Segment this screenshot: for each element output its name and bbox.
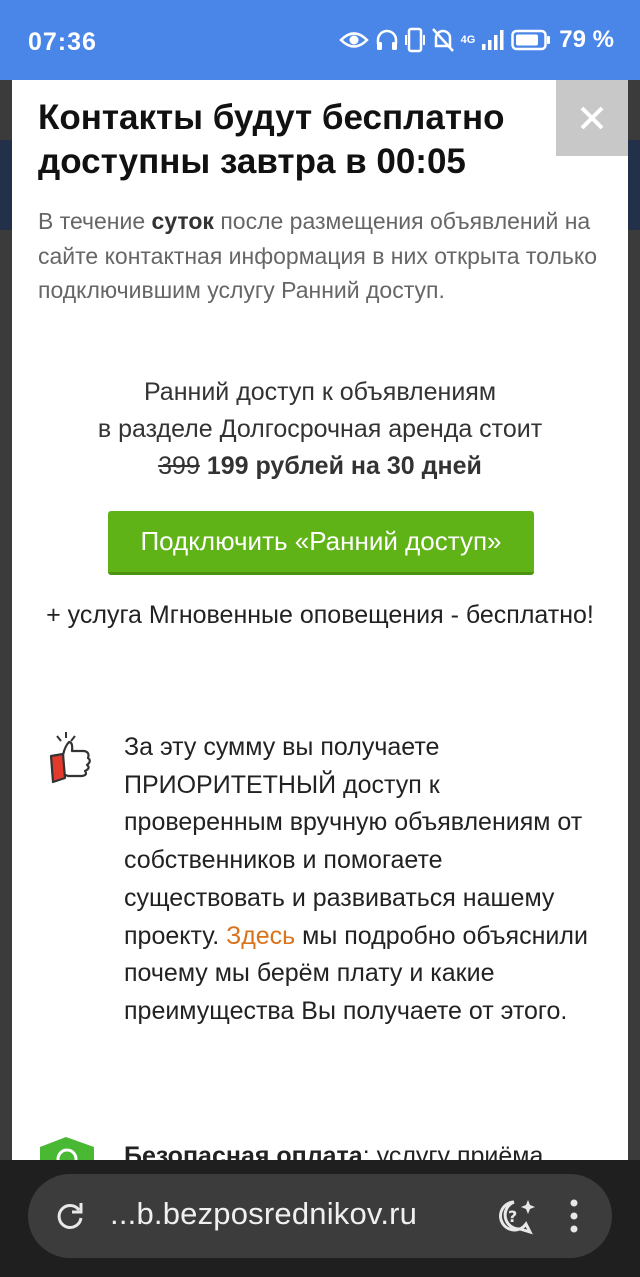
svg-text:?: ?	[508, 1207, 517, 1226]
mute-bell-icon	[431, 28, 454, 52]
price-line-1: Ранний доступ к объявлениям	[143, 378, 497, 406]
old-price: 399	[158, 452, 200, 480]
benefits-description: За эту сумму вы получаете ПРИОРИТЕТНЫЙ д…	[124, 729, 594, 1031]
secure-rest: : услугу приёма	[362, 1142, 544, 1160]
bonus-text: + услуга Мгновенные оповещения - бесплат…	[46, 601, 594, 629]
clock: 07:36	[28, 28, 97, 56]
battery-percent: 79 %	[559, 26, 614, 53]
secure-bold: Безопасная оплата	[124, 1142, 363, 1160]
vibrate-icon	[404, 27, 425, 53]
close-icon	[580, 106, 604, 130]
modal-title-plain: Контакты будут	[38, 98, 322, 137]
close-button[interactable]	[556, 80, 628, 156]
status-bar: 07:36 4G 79 %	[0, 0, 640, 80]
secure-payment-text: Безопасная оплата: услугу приёма	[124, 1138, 624, 1160]
thumbs-up-icon	[49, 732, 91, 784]
eye-icon	[338, 32, 369, 48]
network-type: 4G	[460, 33, 476, 46]
shield-icon	[40, 1137, 94, 1160]
battery-icon	[511, 29, 551, 51]
status-icons: 4G 79 %	[338, 26, 614, 54]
price-info: Ранний доступ к объявлениям в разделе До…	[38, 374, 602, 485]
browser-bottom-bar: ...b.bezposrednikov.ru ?	[0, 1160, 640, 1277]
desc-text: За эту сумму вы получаете ПРИОРИТЕТНЫЙ д…	[124, 733, 583, 950]
intro-text: В течение суток после размещения объявле…	[38, 204, 598, 308]
headphones-icon	[376, 29, 397, 50]
price-line-2: в разделе Долгосрочная аренда стоит	[97, 415, 543, 443]
modal-title: Контакты будут бесплатно доступны завтра…	[38, 96, 558, 184]
assistant-chat-icon[interactable]: ?	[496, 1198, 536, 1236]
reload-icon[interactable]	[54, 1200, 86, 1232]
address-bar[interactable]: ...b.bezposrednikov.ru ?	[28, 1174, 612, 1258]
connect-early-access-button[interactable]: Подключить «Ранний доступ»	[108, 511, 534, 575]
more-menu-icon[interactable]	[568, 1198, 580, 1234]
explanation-link[interactable]: Здесь	[226, 922, 295, 950]
signal-icon	[482, 30, 504, 50]
intro-bold: суток	[151, 208, 214, 234]
early-access-modal: Контакты будут бесплатно доступны завтра…	[12, 80, 628, 1160]
intro-prefix: В течение	[38, 208, 152, 234]
price-line-3: 399 199 рублей на 30 дней	[38, 448, 602, 485]
url-text[interactable]: ...b.bezposrednikov.ru	[110, 1196, 417, 1232]
new-price: 199 рублей на 30 дней	[206, 452, 482, 480]
